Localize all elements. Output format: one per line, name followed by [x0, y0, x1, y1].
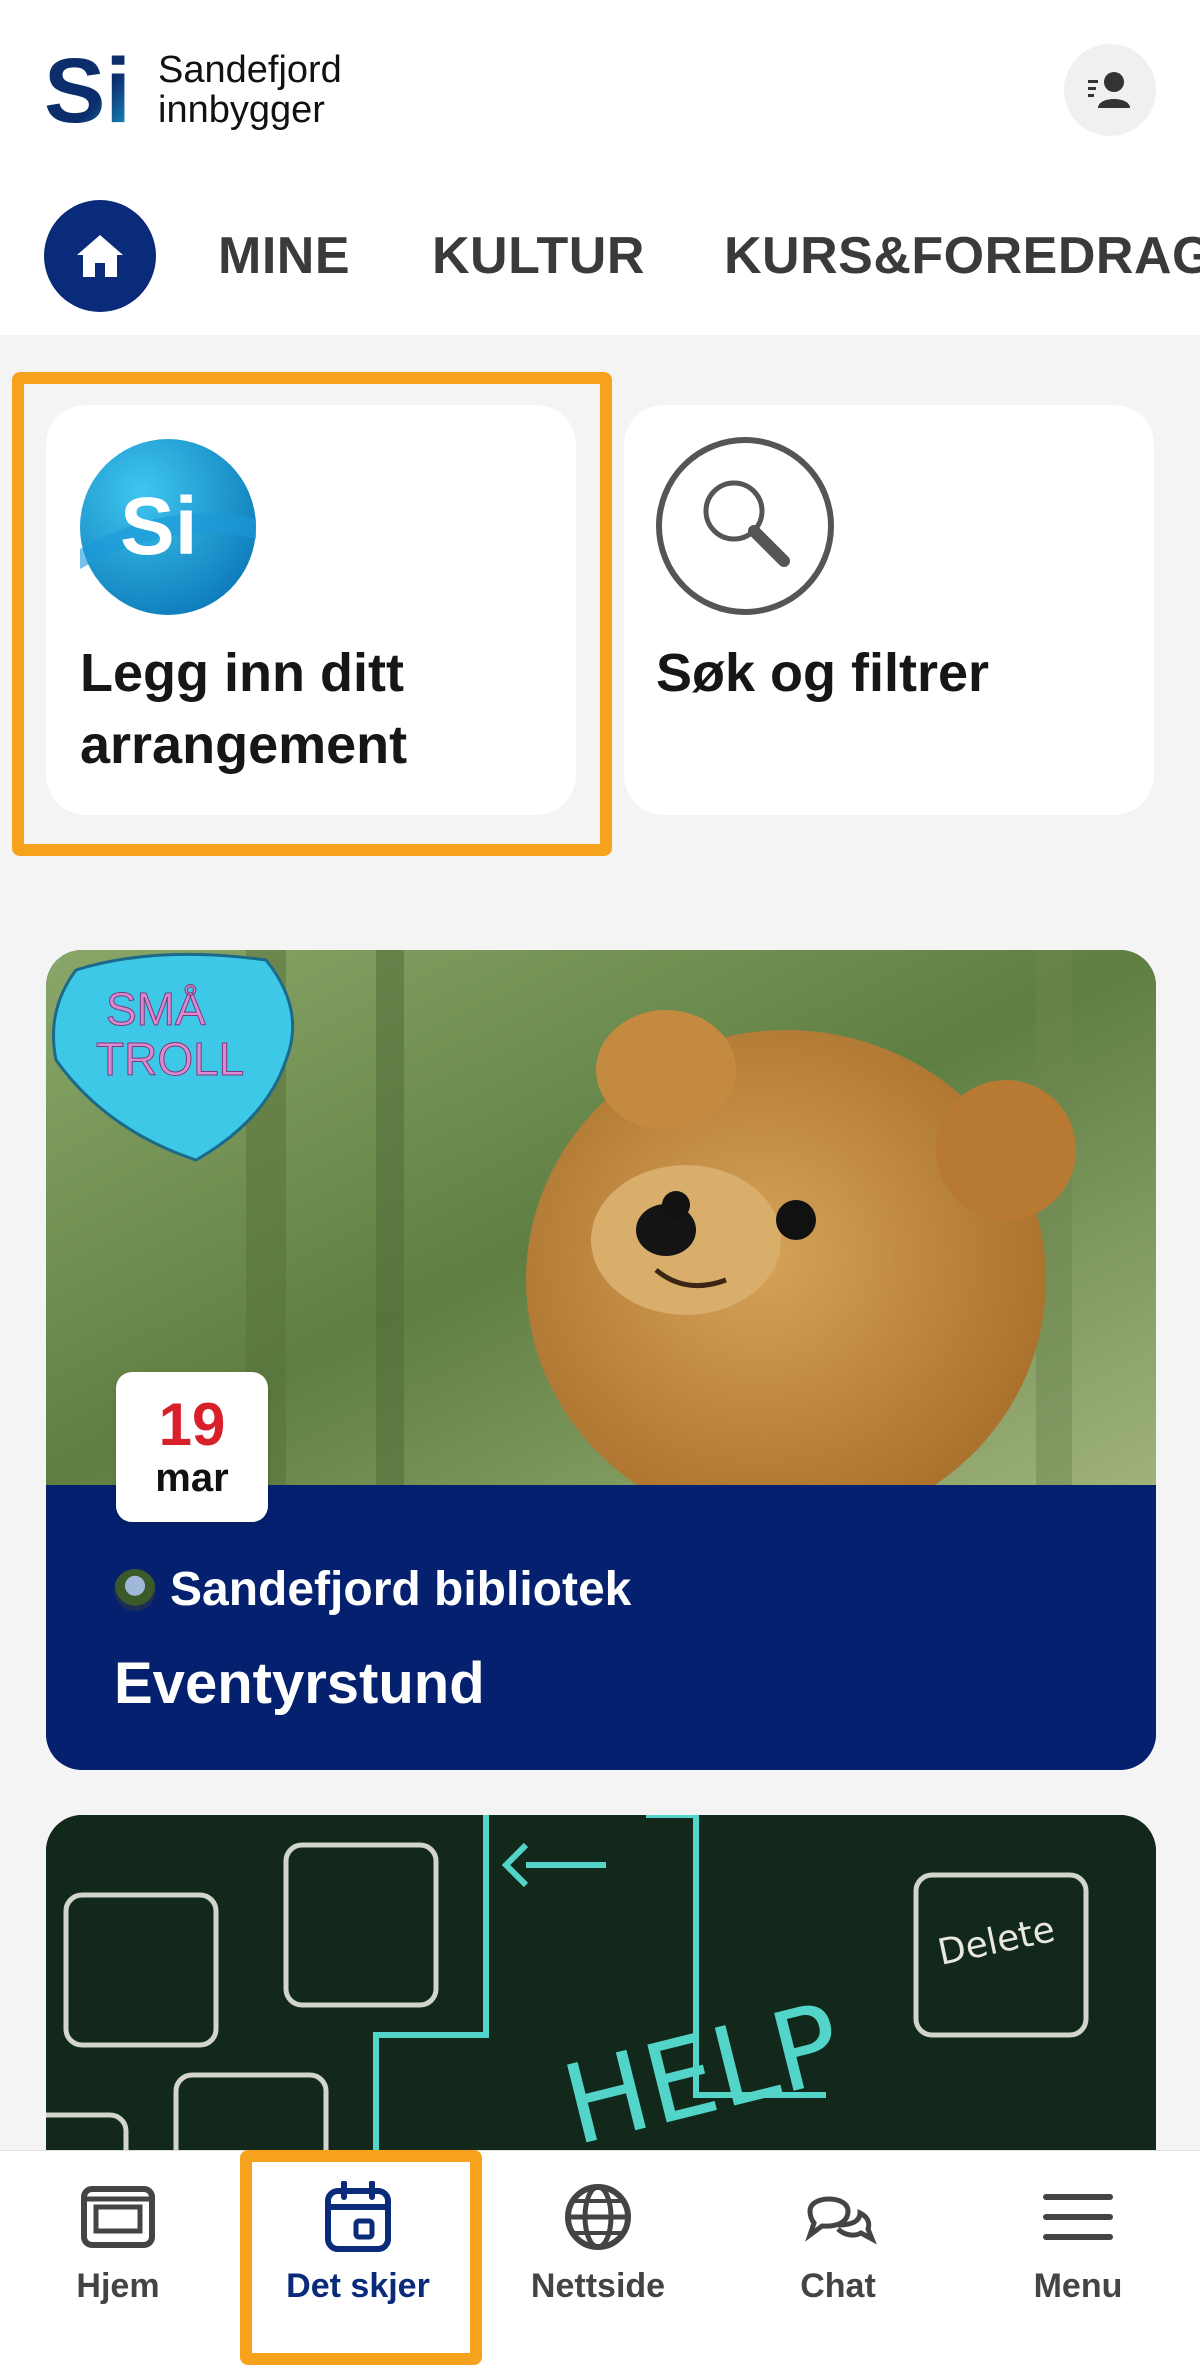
svg-text:Si: Si [120, 481, 197, 572]
tab-chat[interactable]: Chat [738, 2181, 938, 2306]
calendar-icon [325, 2181, 391, 2252]
app: Si Sandefjord innbygger MINE KULTUR KURS… [0, 0, 1200, 2373]
tab-menu-label: Menu [1033, 2267, 1123, 2305]
tab-nettside[interactable]: Nettside [498, 2181, 698, 2306]
organizer-avatar [114, 1568, 156, 1611]
svg-text:Si: Si [44, 42, 130, 132]
brand-line2: innbygger [158, 89, 325, 131]
event-info-band [46, 1485, 1156, 1770]
event-title: Eventyrstund [114, 1651, 485, 1716]
tab-hjem[interactable]: Hjem [18, 2181, 218, 2306]
svg-text:TROLL: TROLL [96, 1033, 244, 1085]
profile-icon [1088, 72, 1130, 108]
svg-text:SMÅ: SMÅ [106, 983, 206, 1035]
tab-kultur[interactable]: KULTUR [432, 226, 645, 286]
tab-nettside-label: Nettside [530, 2267, 666, 2305]
tab-chat-label: Chat [800, 2267, 876, 2305]
newspaper-icon [81, 2186, 155, 2248]
tab-det-skjer-label: Det skjer [286, 2267, 430, 2305]
si-logo[interactable]: Si [44, 40, 131, 142]
home-tab[interactable] [44, 200, 156, 312]
date-month: mar [155, 1456, 229, 1500]
bottom-tab-bar: Hjem Det skjer Nettside Chat Menu [0, 2150, 1200, 2373]
tab-mine[interactable]: MINE [218, 226, 350, 286]
add-event-card[interactable]: Si Legg inn ditt arrangement [46, 405, 576, 815]
chat-icon [805, 2196, 877, 2245]
tab-det-skjer[interactable]: Det skjer [258, 2181, 458, 2306]
organizer-name: Sandefjord bibliotek [170, 1563, 632, 1616]
tab-menu[interactable]: Menu [978, 2181, 1178, 2306]
brand-name: Sandefjord innbygger [158, 50, 342, 130]
menu-icon [1043, 2194, 1113, 2240]
search-icon [656, 437, 834, 615]
tab-hjem-label: Hjem [76, 2267, 160, 2305]
date-day: 19 [158, 1391, 226, 1458]
add-event-title: Legg inn ditt arrangement [80, 643, 408, 775]
category-nav: MINE KULTUR KURS&FOREDRAG [0, 200, 1200, 315]
home-icon [77, 235, 123, 277]
brand-line1: Sandefjord [158, 49, 342, 91]
event-organizer: Sandefjord bibliotek [114, 1562, 631, 1617]
si-logo-icon: Si [44, 40, 131, 142]
tab-kurs-foredrag[interactable]: KURS&FOREDRAG [724, 226, 1200, 286]
si-logo-icon: Si [80, 439, 256, 615]
date-badge: 19 mar [116, 1372, 268, 1522]
profile-button[interactable] [1064, 44, 1156, 136]
search-filter-title: Søk og filtrer [656, 643, 990, 703]
search-filter-card[interactable]: Søk og filtrer [624, 405, 1154, 815]
event-card[interactable]: SMÅ TROLL 19 mar Sandefjord bibliotek Ev… [46, 950, 1156, 1770]
globe-icon [565, 2184, 631, 2250]
header: Si Sandefjord innbygger MINE KULTUR KURS… [0, 0, 1200, 335]
